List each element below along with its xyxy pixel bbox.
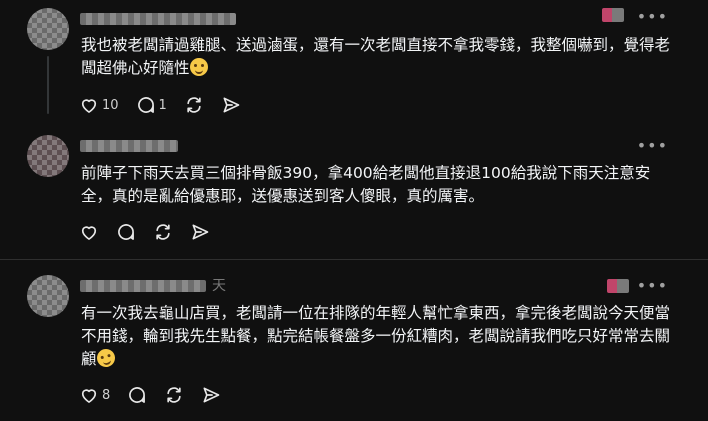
comment-icon — [129, 387, 146, 403]
avatar[interactable] — [27, 8, 69, 50]
reply-button[interactable] — [127, 385, 147, 405]
post-text-content: 有一次我去龜山店買，老闆請一位在排隊的年輕人幫忙拿東西，拿完後老闆說今天便當不用… — [81, 304, 671, 368]
repost-button[interactable] — [153, 222, 173, 242]
repost-icon — [187, 97, 201, 113]
username-redacted[interactable] — [80, 140, 178, 152]
post-text: 有一次我去龜山店買，老闆請一位在排隊的年輕人幫忙拿東西，拿完後老闆說今天便當不用… — [81, 302, 676, 371]
more-options-icon[interactable]: ••• — [637, 278, 668, 294]
like-button[interactable]: 8 — [79, 385, 110, 405]
comment-icon — [137, 97, 154, 113]
reply-count: 1 — [158, 97, 167, 113]
action-bar: 8 — [79, 384, 238, 406]
rolling-laughing-face-icon — [94, 346, 117, 370]
username-suffix: 天 — [212, 278, 226, 294]
like-button[interactable] — [79, 222, 99, 242]
share-button[interactable] — [190, 222, 210, 242]
repost-button[interactable] — [164, 385, 184, 405]
heart-icon — [81, 99, 97, 113]
avatar[interactable] — [27, 275, 69, 317]
timestamp-redacted — [607, 279, 629, 293]
more-options-icon[interactable]: ••• — [637, 9, 668, 25]
repost-icon — [156, 224, 170, 240]
post-text: 我也被老闆請過雞腿、送過滷蛋，還有一次老闆直接不拿我零錢，我整個嚇到，覺得老闆超… — [81, 34, 681, 80]
reply-post-3: 天 ••• 有一次我去龜山店買，老闆請一位在排隊的年輕人幫忙拿東西，拿完後老闆說… — [0, 260, 708, 421]
like-count: 10 — [102, 97, 119, 113]
thread-line — [47, 56, 49, 114]
reply-button[interactable] — [116, 222, 136, 242]
share-icon — [192, 224, 209, 240]
comment-icon — [118, 224, 134, 240]
repost-button[interactable] — [184, 95, 204, 115]
share-icon — [203, 387, 220, 403]
heart-icon — [81, 389, 97, 403]
post-text-content: 我也被老闆請過雞腿、送過滷蛋，還有一次老闆直接不拿我零錢，我整個嚇到，覺得老闆超… — [81, 36, 671, 77]
grimacing-face-icon — [189, 58, 208, 76]
share-icon — [223, 97, 240, 113]
timestamp-redacted — [602, 8, 624, 22]
reply-button[interactable]: 1 — [136, 95, 167, 115]
share-button[interactable] — [221, 95, 241, 115]
username-redacted[interactable] — [80, 13, 236, 25]
like-button[interactable]: 10 — [79, 95, 119, 115]
post-text: 前陣子下雨天去買三個排骨飯390，拿400給老闆他直接退100給我說下雨天注意安… — [81, 162, 681, 208]
like-count: 8 — [102, 387, 111, 403]
post-text-content: 前陣子下雨天去買三個排骨飯390，拿400給老闆他直接退100給我說下雨天注意安… — [81, 164, 651, 205]
action-bar: 10 1 — [79, 94, 258, 116]
heart-icon — [81, 226, 97, 240]
reply-post-1: ••• 我也被老闆請過雞腿、送過滷蛋，還有一次老闆直接不拿我零錢，我整個嚇到，覺… — [0, 0, 708, 130]
username-redacted[interactable] — [80, 280, 206, 292]
share-button[interactable] — [201, 385, 221, 405]
repost-icon — [167, 387, 181, 403]
avatar[interactable] — [27, 135, 69, 177]
action-bar — [79, 221, 227, 243]
reply-post-2: ••• 前陣子下雨天去買三個排骨飯390，拿400給老闆他直接退100給我說下雨… — [0, 130, 708, 260]
more-options-icon[interactable]: ••• — [637, 138, 668, 154]
